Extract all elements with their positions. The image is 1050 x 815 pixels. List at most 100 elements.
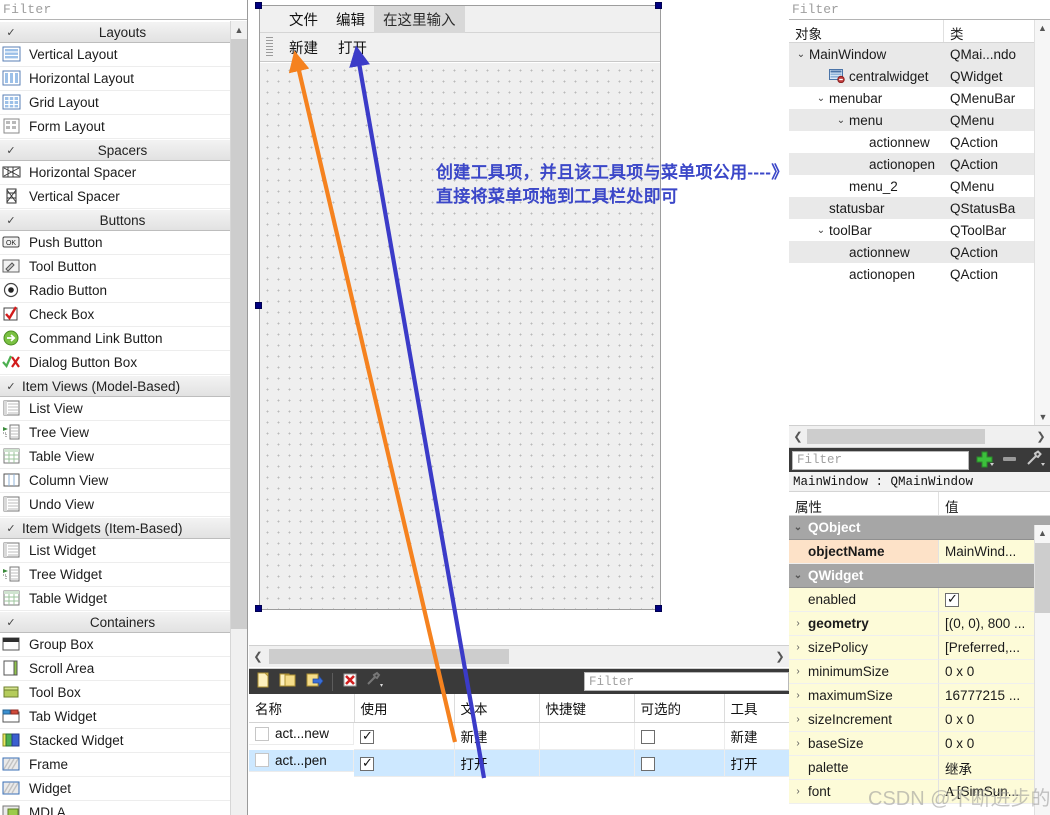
chevron-right-icon[interactable]: › <box>791 690 805 701</box>
group-expand-icon[interactable]: ✓ <box>0 380 20 393</box>
add-property-icon[interactable] <box>975 450 995 471</box>
action-text-cell[interactable]: 新建 <box>454 722 540 750</box>
action-tooltip-cell[interactable]: 打开 <box>724 749 790 777</box>
form-toolbar[interactable]: 新建 打开 <box>260 33 660 62</box>
action-used-cell[interactable] <box>354 749 455 777</box>
property-row[interactable]: › baseSize 0 x 0 <box>789 732 1050 756</box>
chevron-right-icon[interactable]: › <box>791 666 805 677</box>
action-column-header[interactable]: 文本 <box>454 694 540 723</box>
selection-handle-bottom-right[interactable] <box>655 605 662 612</box>
object-inspector-tree[interactable]: 对象 类 ⌄ MainWindow QMai...ndo centralwidget Q… <box>789 20 1050 426</box>
property-row[interactable]: objectName MainWind... <box>789 540 1050 564</box>
action-column-header[interactable]: 使用 <box>354 694 455 723</box>
new-action-icon[interactable] <box>254 671 272 692</box>
scroll-track[interactable] <box>267 649 771 664</box>
action-icon-placeholder[interactable] <box>255 753 269 767</box>
property-editor-filter[interactable]: Filter <box>792 450 969 470</box>
action-editor-filter[interactable]: Filter <box>584 672 789 691</box>
widget-group-header[interactable]: ✓ Buttons <box>0 209 247 231</box>
toolbar-grip-handle[interactable] <box>266 37 273 57</box>
object-tree-row[interactable]: actionopen QAction <box>789 153 1050 175</box>
delete-action-icon[interactable] <box>341 671 359 692</box>
used-checkbox[interactable] <box>360 728 374 744</box>
action-name-cell[interactable]: act...new <box>249 723 354 745</box>
table-row[interactable]: act...new 新建 新建 <box>249 722 790 750</box>
widget-item-vertical-layout[interactable]: Vertical Layout <box>0 43 247 67</box>
chevron-right-icon[interactable]: › <box>791 786 805 797</box>
scroll-right-icon[interactable]: ❯ <box>771 650 789 663</box>
property-row[interactable]: ⌄ QWidget <box>789 564 1050 588</box>
object-tree-row[interactable]: ⌄ MainWindow QMai...ndo <box>789 43 1050 65</box>
group-expand-icon[interactable]: ✓ <box>0 522 20 535</box>
remove-property-icon[interactable] <box>1001 450 1019 471</box>
scroll-up-icon[interactable]: ▲ <box>1035 525 1050 541</box>
action-icon-placeholder[interactable] <box>255 726 269 741</box>
widget-item-tab-widget[interactable]: Tab Widget <box>0 705 247 729</box>
chevron-right-icon[interactable]: › <box>791 642 805 653</box>
checkable-checkbox[interactable] <box>640 729 655 744</box>
configure-icon[interactable] <box>365 671 387 692</box>
widget-item-stacked-widget[interactable]: Stacked Widget <box>0 729 247 753</box>
chevron-down-icon[interactable]: ⌄ <box>813 225 829 236</box>
chevron-right-icon[interactable]: › <box>791 738 805 749</box>
property-editor-scrollbar[interactable]: ▲ <box>1034 525 1050 815</box>
widget-box-list[interactable]: ✓ Layouts Vertical Layout Horizontal Layout… <box>0 21 247 815</box>
form-canvas[interactable]: 文件 编辑 在这里输入 新建 打开 创建工具项，并且该工具项与菜单项公用----》直接… <box>249 0 789 645</box>
scroll-track[interactable] <box>807 429 1032 444</box>
widget-item-vertical-spacer[interactable]: Vertical Spacer <box>0 185 247 209</box>
action-text-cell[interactable]: 打开 <box>454 749 540 777</box>
scroll-left-icon[interactable]: ❮ <box>249 650 267 663</box>
main-window-form[interactable]: 文件 编辑 在这里输入 新建 打开 创建工具项，并且该工具项与菜单项公用----》直接… <box>259 5 788 610</box>
property-row[interactable]: enabled <box>789 588 1050 612</box>
object-tree-hscrollbar[interactable]: ❮ ❯ <box>789 426 1050 448</box>
widget-item-scroll-area[interactable]: Scroll Area <box>0 657 247 681</box>
object-tree-row[interactable]: centralwidget QWidget <box>789 65 1050 87</box>
action-name-cell[interactable]: act...pen <box>249 749 354 772</box>
enabled-checkbox[interactable] <box>945 591 959 607</box>
object-tree-rows[interactable]: ⌄ MainWindow QMai...ndo centralwidget QWidge… <box>789 43 1050 285</box>
property-row[interactable]: ⌄ QObject <box>789 516 1050 540</box>
widget-group-header[interactable]: ✓ Containers <box>0 611 247 633</box>
widget-group-header[interactable]: ✓ Item Views (Model-Based) <box>0 375 247 397</box>
widget-item-horizontal-layout[interactable]: Horizontal Layout <box>0 67 247 91</box>
widget-group-header[interactable]: ✓ Layouts <box>0 21 247 43</box>
action-column-header[interactable]: 可选的 <box>634 694 725 723</box>
object-tree-row[interactable]: actionnew QAction <box>789 241 1050 263</box>
widget-item-table-view[interactable]: Table View <box>0 445 247 469</box>
menubar-item[interactable]: 文件 <box>280 6 327 33</box>
edit-action-icon[interactable] <box>304 671 324 692</box>
widget-item-tool-box[interactable]: Tool Box <box>0 681 247 705</box>
widget-item-push-button[interactable]: OK Push Button <box>0 231 247 255</box>
group-expand-icon[interactable]: ✓ <box>0 616 20 629</box>
chevron-down-icon[interactable]: ⌄ <box>791 570 805 581</box>
scroll-up-icon[interactable]: ▲ <box>231 21 247 38</box>
widget-item-tool-button[interactable]: Tool Button <box>0 255 247 279</box>
action-tooltip-cell[interactable]: 新建 <box>724 722 790 750</box>
widget-item-frame[interactable]: Frame <box>0 753 247 777</box>
widget-group-header[interactable]: ✓ Item Widgets (Item-Based) <box>0 517 247 539</box>
object-tree-row[interactable]: ⌄ menubar QMenuBar <box>789 87 1050 109</box>
scroll-thumb[interactable] <box>807 429 985 444</box>
form-menubar[interactable]: 文件 编辑 在这里输入 <box>260 5 660 33</box>
chevron-right-icon[interactable]: › <box>791 714 805 725</box>
widget-item-check-box[interactable]: Check Box <box>0 303 247 327</box>
selection-handle-top-left[interactable] <box>255 2 262 9</box>
widget-item-widget[interactable]: Widget <box>0 777 247 801</box>
property-row[interactable]: › sizeIncrement 0 x 0 <box>789 708 1050 732</box>
widget-item-undo-view[interactable]: Undo View <box>0 493 247 517</box>
form-horizontal-scrollbar[interactable]: ❮ ❯ <box>249 645 789 667</box>
chevron-down-icon[interactable]: ⌄ <box>813 93 829 104</box>
chevron-down-icon[interactable]: ⌄ <box>793 49 809 60</box>
property-row[interactable]: › font A [SimSun... <box>789 780 1050 804</box>
chevron-down-icon[interactable]: ⌄ <box>791 522 805 533</box>
widget-item-tree-widget[interactable]: Tree Widget <box>0 563 247 587</box>
used-checkbox[interactable] <box>360 755 374 771</box>
widget-item-column-view[interactable]: Column View <box>0 469 247 493</box>
object-tree-row[interactable]: ⌄ toolBar QToolBar <box>789 219 1050 241</box>
action-checkable-cell[interactable] <box>634 749 725 777</box>
property-row[interactable]: › geometry [(0, 0), 800 ... <box>789 612 1050 636</box>
widget-item-list-view[interactable]: List View <box>0 397 247 421</box>
widget-item-horizontal-spacer[interactable]: Horizontal Spacer <box>0 161 247 185</box>
object-inspector-filter[interactable]: Filter <box>789 0 1050 20</box>
chevron-right-icon[interactable]: › <box>791 618 805 629</box>
